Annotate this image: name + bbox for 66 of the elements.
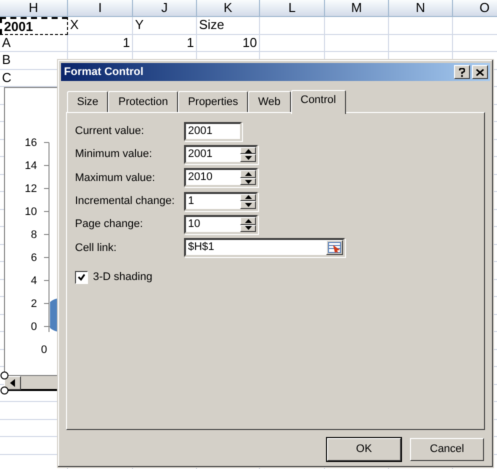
table-cell: [389, 17, 453, 34]
table-cell: [325, 17, 389, 34]
dialog-button[interactable]: OK: [327, 438, 401, 461]
tab[interactable]: Protection: [108, 91, 178, 112]
spin-down-button[interactable]: [240, 201, 256, 209]
down-arrow-icon: [244, 226, 252, 230]
tab[interactable]: Size: [67, 91, 108, 112]
down-arrow-icon: [244, 180, 252, 184]
axis-tick-label: 2: [30, 297, 37, 311]
tab[interactable]: Web: [248, 91, 290, 112]
column-header[interactable]: J: [133, 0, 197, 17]
tab[interactable]: Control: [290, 90, 346, 114]
axis-tick-label: 4: [30, 274, 37, 288]
column-header[interactable]: N: [389, 0, 453, 17]
close-icon: [476, 68, 484, 76]
spin-field[interactable]: 1: [184, 192, 258, 211]
checkbox-label: 3-D shading: [93, 270, 152, 286]
collapse-dialog-button[interactable]: [326, 240, 343, 256]
down-arrow-icon: [244, 202, 252, 207]
table-cell: A: [0, 34, 68, 52]
range-picker-icon: [328, 242, 341, 254]
table-cell: [260, 17, 325, 34]
axis-tick-label: 6: [30, 251, 37, 265]
table-cell: 1: [133, 34, 197, 52]
input-field[interactable]: 2001: [184, 122, 242, 140]
axis-tick-label: 16: [24, 136, 37, 150]
table-cell: X: [68, 17, 133, 34]
table-cell: 2001: [0, 17, 68, 34]
down-arrow-icon: [244, 156, 252, 160]
column-header[interactable]: I: [68, 0, 133, 17]
up-arrow-icon: [244, 148, 252, 153]
spin-down-button[interactable]: [240, 154, 256, 162]
up-arrow-icon: [244, 172, 252, 176]
spin-up-button[interactable]: [240, 146, 256, 154]
table-cell: Y: [133, 17, 197, 34]
left-arrow-icon: [10, 379, 15, 387]
up-arrow-icon: [244, 195, 252, 200]
column-header[interactable]: K: [197, 0, 260, 17]
column-header[interactable]: M: [325, 0, 389, 17]
tab[interactable]: Properties: [178, 91, 248, 112]
close-button[interactable]: [472, 65, 488, 79]
reference-field[interactable]: $H$1: [184, 238, 345, 258]
check-icon: [78, 274, 85, 281]
up-arrow-icon: [244, 218, 252, 223]
help-button[interactable]: [454, 65, 470, 79]
axis-tick-label: 8: [30, 228, 37, 242]
table-cell: 1: [68, 34, 133, 52]
spin-up-button[interactable]: [240, 170, 256, 178]
table-cell: 10: [197, 34, 260, 52]
spin-up-button[interactable]: [240, 194, 256, 202]
checkbox[interactable]: [75, 270, 88, 284]
spin-field[interactable]: 2010: [184, 168, 258, 188]
spin-up-button[interactable]: [240, 217, 256, 225]
help-icon: [459, 68, 465, 76]
column-header[interactable]: L: [260, 0, 325, 17]
table-cell: Size: [197, 17, 260, 34]
axis-tick-label: 12: [24, 182, 37, 196]
spin-field[interactable]: 10: [184, 215, 258, 234]
dialog-button[interactable]: Cancel: [410, 438, 484, 461]
spin-field[interactable]: 2001: [184, 144, 258, 164]
column-header[interactable]: H: [0, 0, 68, 17]
column-header[interactable]: O: [453, 0, 497, 17]
axis-tick-label: 0: [41, 343, 48, 358]
axis-tick-label: 0: [30, 320, 37, 334]
axis-tick-label: 14: [24, 159, 37, 173]
axis-tick-label: 10: [24, 205, 37, 219]
